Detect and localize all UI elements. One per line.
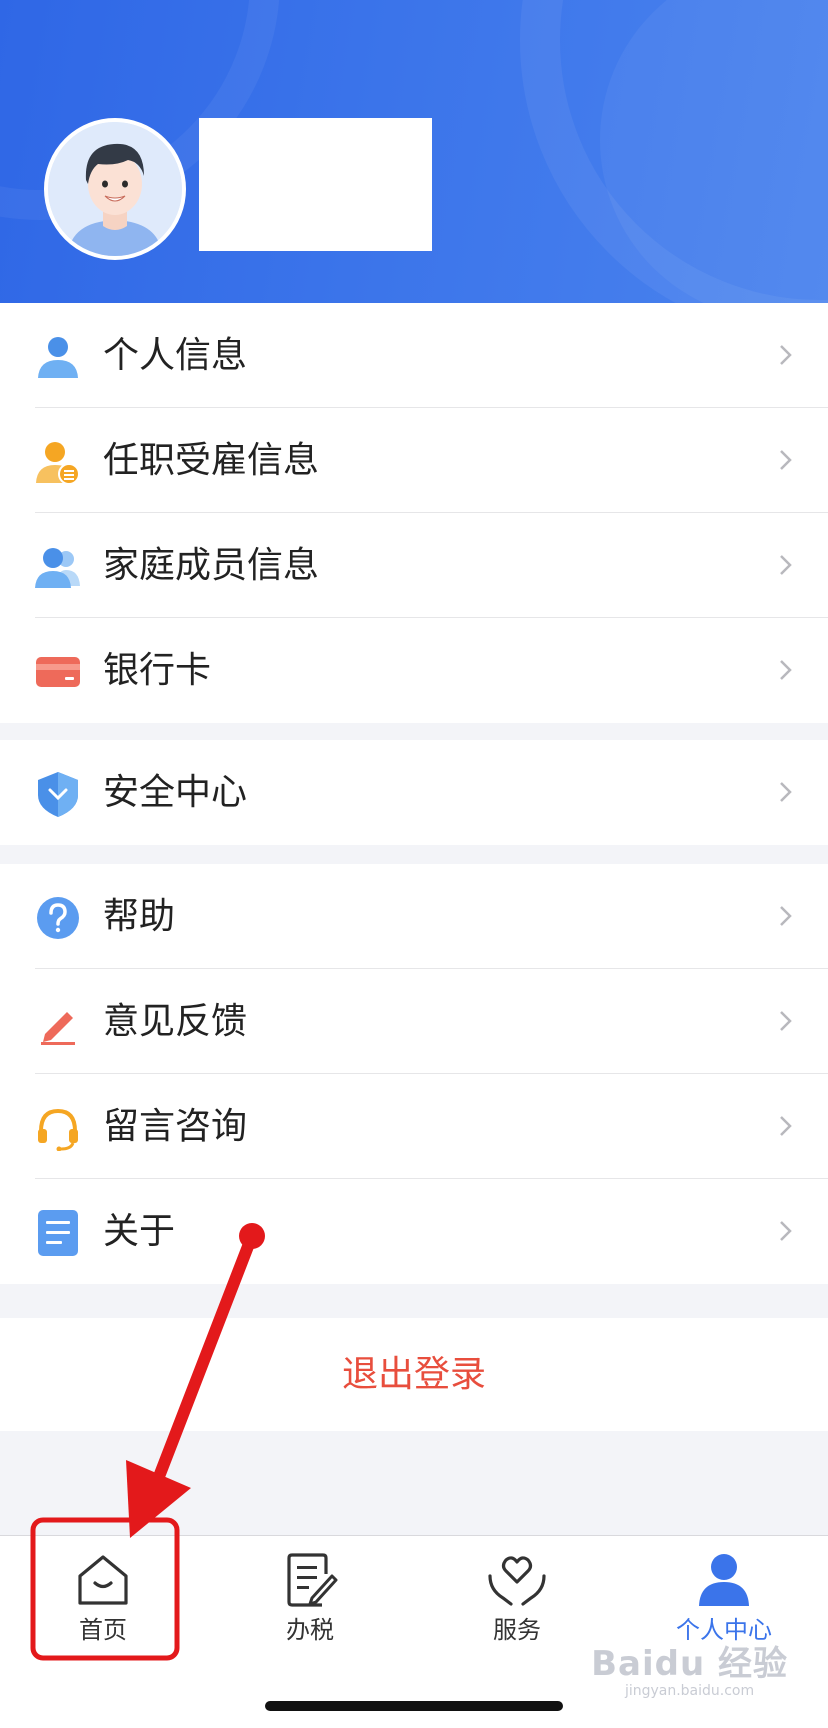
home-indicator	[265, 1701, 563, 1711]
chevron-right-icon	[780, 660, 792, 680]
tab-services[interactable]: 服务	[457, 1552, 577, 1645]
menu-item-security-center[interactable]: 安全中心	[0, 740, 828, 845]
menu-item-consultation[interactable]: 留言咨询	[0, 1074, 828, 1179]
menu-item-label: 关于	[103, 1211, 176, 1252]
menu-item-feedback[interactable]: 意见反馈	[0, 969, 828, 1074]
chevron-right-icon	[780, 782, 792, 802]
tab-label: 服务	[493, 1616, 541, 1644]
chevron-right-icon	[780, 1116, 792, 1136]
annotation-arrow-head	[126, 1460, 191, 1538]
home-icon	[78, 1555, 128, 1605]
menu-item-about[interactable]: 关于	[0, 1179, 828, 1284]
menu-item-label: 任职受雇信息	[103, 440, 320, 481]
watermark: Baidu 经验 jingyan.baidu.com	[591, 1636, 788, 1699]
headset-icon	[38, 1108, 78, 1151]
chevron-right-icon	[780, 1011, 792, 1031]
support-menu-group: 帮助 意见反馈 留言咨询 关于	[0, 864, 828, 1284]
menu-item-family-info[interactable]: 家庭成员信息	[0, 513, 828, 618]
help-icon	[37, 897, 79, 939]
family-icon	[35, 548, 80, 588]
bank-card-icon	[36, 657, 80, 687]
user-avatar-illustration	[48, 122, 182, 256]
chevron-right-icon	[780, 1221, 792, 1241]
tab-label: 首页	[79, 1616, 127, 1644]
menu-item-label: 个人信息	[103, 335, 248, 376]
chevron-right-icon	[780, 906, 792, 926]
menu-item-label: 安全中心	[103, 772, 248, 813]
tax-form-icon	[287, 1553, 338, 1607]
menu-item-label: 留言咨询	[103, 1106, 248, 1147]
person-icon	[38, 337, 78, 378]
username-redacted	[199, 118, 432, 251]
tab-label: 办税	[286, 1616, 334, 1644]
profile-header	[0, 0, 828, 303]
menu-item-label: 意见反馈	[103, 1001, 248, 1042]
avatar[interactable]	[44, 118, 186, 260]
menu-item-personal-info[interactable]: 个人信息	[0, 303, 828, 408]
bottom-tab-bar: 首页 办税 服务 个人中心	[0, 1535, 828, 1728]
shield-icon	[38, 772, 78, 817]
employment-icon	[36, 442, 80, 485]
logout-button[interactable]: 退出登录	[0, 1318, 828, 1431]
menu-item-label: 帮助	[103, 896, 176, 937]
feedback-pen-icon	[41, 1012, 75, 1045]
tab-personal-center[interactable]: 个人中心	[664, 1552, 784, 1645]
watermark-sub: jingyan.baidu.com	[624, 1683, 755, 1699]
heart-hands-icon	[488, 1556, 546, 1606]
profile-menu-group: 个人信息 任职受雇信息 家庭成员信息 银行卡	[0, 303, 828, 723]
watermark-main: Baidu 经验	[591, 1644, 788, 1684]
person-filled-icon	[699, 1554, 749, 1606]
menu-item-employment-info[interactable]: 任职受雇信息	[0, 408, 828, 513]
menu-item-help[interactable]: 帮助	[0, 864, 828, 969]
menu-item-label: 家庭成员信息	[103, 545, 320, 586]
chevron-right-icon	[780, 345, 792, 365]
chevron-right-icon	[780, 555, 792, 575]
chevron-right-icon	[780, 450, 792, 470]
document-icon	[38, 1210, 78, 1256]
menu-item-bank-card[interactable]: 银行卡	[0, 618, 828, 723]
menu-item-label: 银行卡	[103, 650, 212, 691]
security-menu-group: 安全中心	[0, 740, 828, 845]
tab-tax[interactable]: 办税	[250, 1552, 370, 1645]
tab-home[interactable]: 首页	[43, 1552, 163, 1645]
